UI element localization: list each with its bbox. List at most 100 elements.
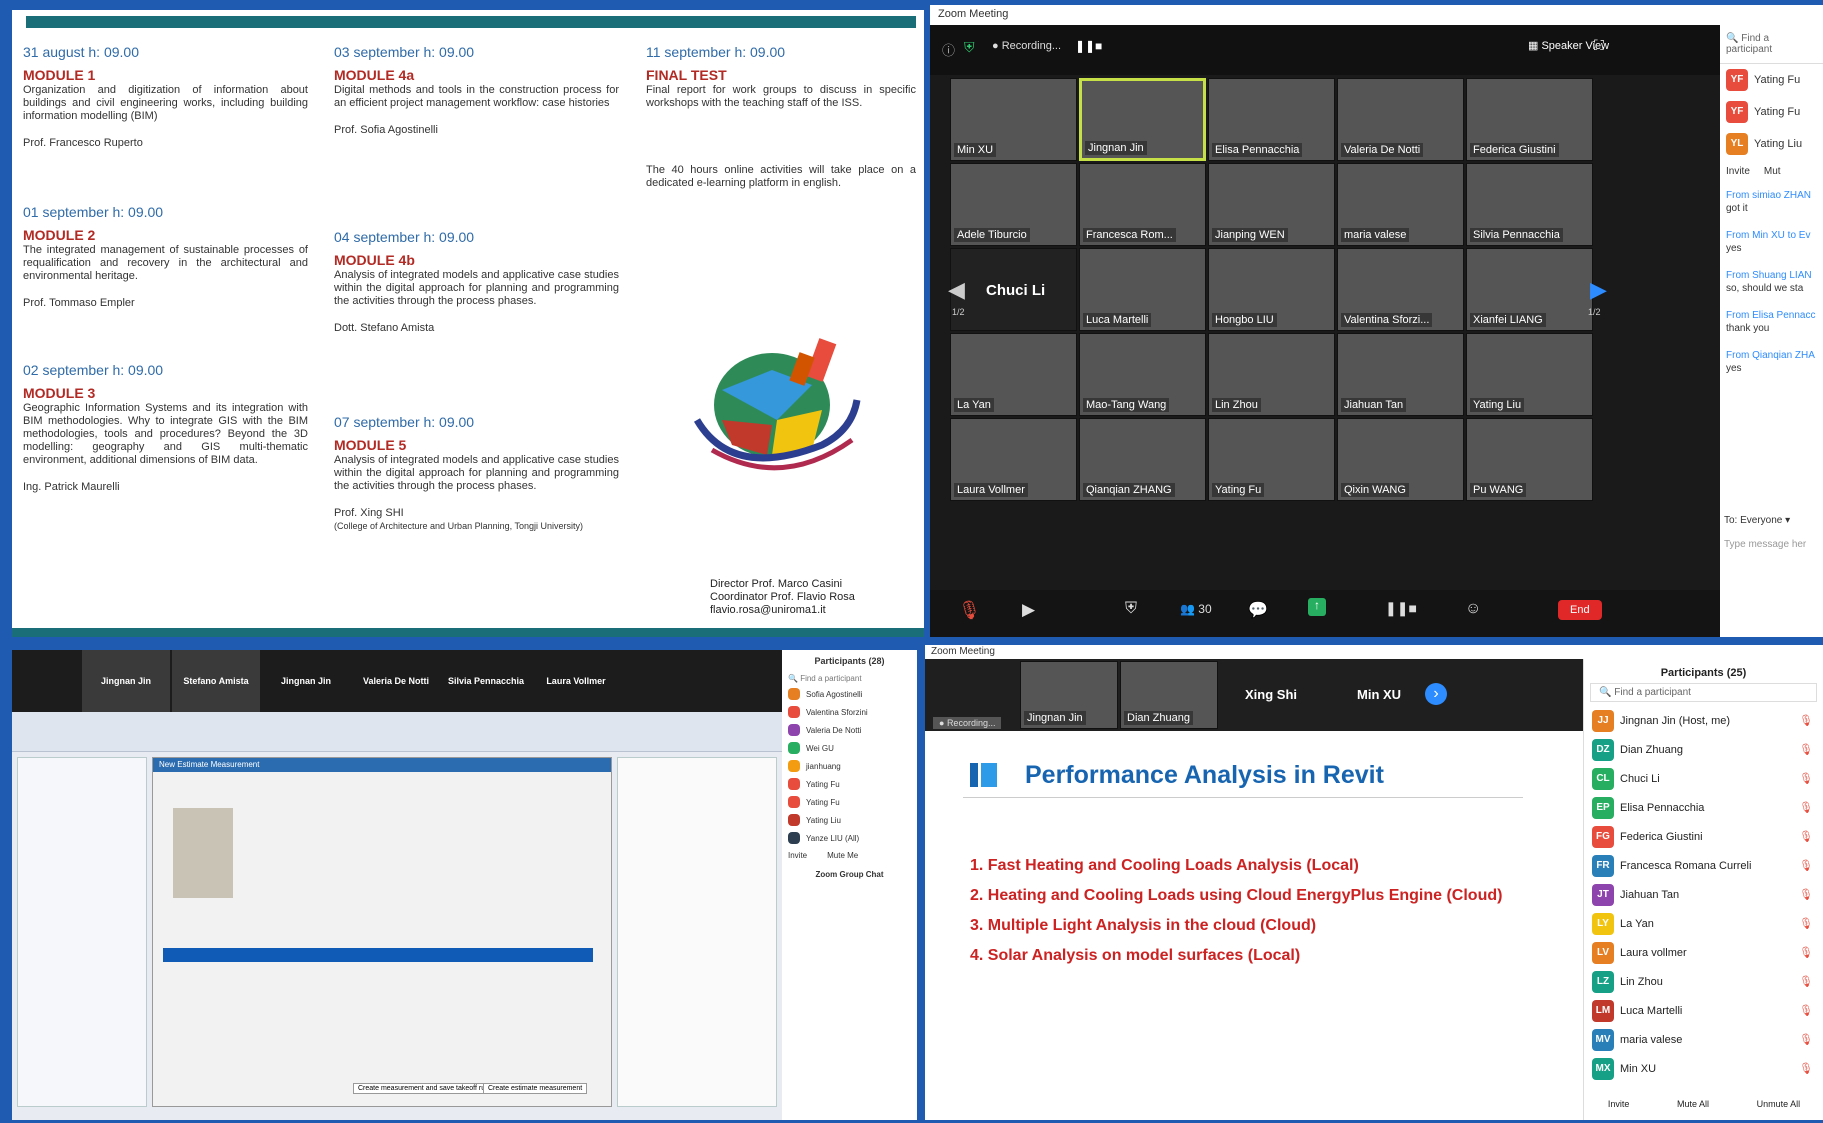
mic-muted-icon[interactable]: 🎙 xyxy=(1799,1062,1813,1075)
security-icon[interactable]: ⛨ xyxy=(1125,600,1137,618)
participant-row[interactable]: CL Chuci Li 🎙 xyxy=(1584,764,1823,793)
video-icon[interactable]: ▶ xyxy=(1022,600,1035,620)
video-tile[interactable]: Xianfei LIANG xyxy=(1466,248,1593,331)
participant-row[interactable]: LY La Yan 🎙 xyxy=(1584,909,1823,938)
video-tile[interactable]: Lin Zhou xyxy=(1208,333,1335,416)
participant-row[interactable]: Yating Fu xyxy=(782,775,917,793)
mute-all-button[interactable]: Mute All xyxy=(1677,1099,1709,1109)
video-tile[interactable]: Francesca Rom... xyxy=(1079,163,1206,246)
participant-row[interactable]: LM Luca Martelli 🎙 xyxy=(1584,996,1823,1025)
participant-row[interactable]: JJ Jingnan Jin (Host, me) 🎙 xyxy=(1584,706,1823,735)
mute-all-button[interactable]: Mut xyxy=(1764,166,1781,177)
participant-row[interactable]: EP Elisa Pennacchia 🎙 xyxy=(1584,793,1823,822)
video-tile[interactable]: Mao-Tang Wang xyxy=(1079,333,1206,416)
video-tile[interactable]: Laura Vollmer xyxy=(950,418,1077,501)
invite-button[interactable]: Invite xyxy=(788,851,807,860)
mic-muted-icon[interactable]: 🎙 xyxy=(1799,1004,1813,1017)
mic-muted-icon[interactable]: 🎙 xyxy=(1799,888,1813,901)
video-tile[interactable]: Jingnan Jin xyxy=(262,650,350,712)
video-tile[interactable]: Dian Zhuang xyxy=(1120,661,1218,729)
mic-muted-icon[interactable]: 🎙 xyxy=(1799,1033,1813,1046)
video-tile[interactable]: Valentina Sforzi... xyxy=(1337,248,1464,331)
video-tile[interactable]: La Yan xyxy=(950,333,1077,416)
participant-row[interactable]: Valeria De Notti xyxy=(782,721,917,739)
end-meeting-button[interactable]: End xyxy=(1558,600,1602,620)
prev-page-arrow[interactable]: ◀ xyxy=(948,277,965,303)
share-screen-icon[interactable]: ↑ xyxy=(1308,598,1326,616)
participant-row[interactable]: YF Yating Fu xyxy=(1720,64,1823,96)
video-tile[interactable]: maria valese xyxy=(1337,163,1464,246)
mic-muted-icon[interactable]: 🎙 xyxy=(1799,714,1813,727)
reactions-icon[interactable]: ☺ xyxy=(1465,600,1481,618)
video-tile[interactable]: Yating Liu xyxy=(1466,333,1593,416)
invite-button[interactable]: Invite xyxy=(1726,166,1750,177)
participant-row[interactable]: Sofia Agostinelli xyxy=(782,685,917,703)
mic-muted-icon[interactable]: 🎙 xyxy=(1799,772,1813,785)
video-tile[interactable]: Min XU xyxy=(950,78,1077,161)
chat-recipient[interactable]: To: Everyone ▾ xyxy=(1724,515,1790,526)
video-tile[interactable]: Luca Martelli xyxy=(1079,248,1206,331)
participants-button[interactable]: 👥 30 xyxy=(1180,602,1212,616)
video-tile[interactable]: Hongbo LIU xyxy=(1208,248,1335,331)
video-tile[interactable]: Jiahuan Tan xyxy=(1337,333,1464,416)
selected-row[interactable] xyxy=(163,948,593,962)
unmute-all-button[interactable]: Unmute All xyxy=(1757,1099,1801,1109)
mic-muted-icon[interactable]: 🎙 xyxy=(1799,859,1813,872)
mic-muted-icon[interactable]: 🎙 xyxy=(1799,743,1813,756)
search-input[interactable]: Find a participant xyxy=(800,674,861,683)
participant-row[interactable]: Valentina Sforzini xyxy=(782,703,917,721)
record-icon[interactable]: ❚❚■ xyxy=(1385,600,1417,617)
invite-button[interactable]: Invite xyxy=(1608,1099,1630,1109)
mic-muted-icon[interactable]: 🎙 xyxy=(958,600,981,621)
participant-row[interactable]: LZ Lin Zhou 🎙 xyxy=(1584,967,1823,996)
info-icon[interactable]: ⓘ xyxy=(942,40,955,59)
participant-row[interactable]: LV Laura vollmer 🎙 xyxy=(1584,938,1823,967)
video-tile[interactable]: Adele Tiburcio xyxy=(950,163,1077,246)
participant-row[interactable]: jianhuang xyxy=(782,757,917,775)
mute-me-button[interactable]: Mute Me xyxy=(827,851,858,860)
participant-row[interactable]: JT Jiahuan Tan 🎙 xyxy=(1584,880,1823,909)
participant-row[interactable]: Wei GU xyxy=(782,739,917,757)
video-tile[interactable]: Jianping WEN xyxy=(1208,163,1335,246)
ribbon-toolbar[interactable] xyxy=(12,712,782,752)
fullscreen-icon[interactable]: ⛶ xyxy=(1594,37,1604,54)
video-tile[interactable]: Qianqian ZHANG xyxy=(1079,418,1206,501)
create-rule-button[interactable]: Create measurement and save takeoff rule xyxy=(353,1083,496,1094)
participant-row[interactable]: MV maria valese 🎙 xyxy=(1584,1025,1823,1054)
video-tile[interactable]: Jingnan Jin xyxy=(1079,78,1206,161)
shield-icon[interactable]: ⛨ xyxy=(964,39,975,56)
pause-icon[interactable]: ❚❚ xyxy=(1075,39,1095,53)
video-tile[interactable]: Elisa Pennacchia xyxy=(1208,78,1335,161)
video-tile[interactable]: Chuci Li xyxy=(950,248,1077,331)
participant-search[interactable]: 🔍 Find a participant xyxy=(1720,25,1823,64)
create-measurement-button[interactable]: Create estimate measurement xyxy=(483,1083,588,1094)
mic-muted-icon[interactable]: 🎙 xyxy=(1799,917,1813,930)
video-tile[interactable]: Valeria De Notti xyxy=(352,650,440,712)
video-tile[interactable]: Stefano Amista xyxy=(172,650,260,712)
contact-email[interactable]: flavio.rosa@uniroma1.it xyxy=(710,604,855,617)
participant-row[interactable]: Yating Liu xyxy=(782,811,917,829)
everyone-select[interactable]: Everyone xyxy=(1740,515,1782,526)
mic-muted-icon[interactable]: 🎙 xyxy=(1799,801,1813,814)
participant-row[interactable]: Yating Fu xyxy=(782,793,917,811)
participant-row[interactable]: FG Federica Giustini 🎙 xyxy=(1584,822,1823,851)
video-tile[interactable]: Qixin WANG xyxy=(1337,418,1464,501)
project-tree[interactable] xyxy=(17,757,147,1107)
stop-icon[interactable]: ■ xyxy=(1095,39,1102,53)
search-input[interactable]: Find a participant xyxy=(1614,687,1691,698)
participant-search[interactable]: 🔍 Find a participant xyxy=(1590,683,1817,702)
video-tile[interactable]: Yating Fu xyxy=(1208,418,1335,501)
participant-row[interactable]: YL Yating Liu xyxy=(1720,128,1823,160)
video-tile[interactable]: Pu WANG xyxy=(1466,418,1593,501)
video-tile[interactable]: Silvia Pennacchia xyxy=(1466,163,1593,246)
participant-row[interactable]: YF Yating Fu xyxy=(1720,96,1823,128)
video-tile[interactable]: Jingnan Jin xyxy=(82,650,170,712)
participant-row[interactable]: FR Francesca Romana Curreli 🎙 xyxy=(1584,851,1823,880)
properties-panel[interactable] xyxy=(617,757,777,1107)
mic-muted-icon[interactable]: 🎙 xyxy=(1799,946,1813,959)
participant-row[interactable]: DZ Dian Zhuang 🎙 xyxy=(1584,735,1823,764)
video-tile[interactable]: Silvia Pennacchia xyxy=(442,650,530,712)
next-arrow-icon[interactable]: › xyxy=(1425,683,1447,705)
video-tile[interactable]: Federica Giustini xyxy=(1466,78,1593,161)
participant-row[interactable]: MX Min XU 🎙 xyxy=(1584,1054,1823,1083)
